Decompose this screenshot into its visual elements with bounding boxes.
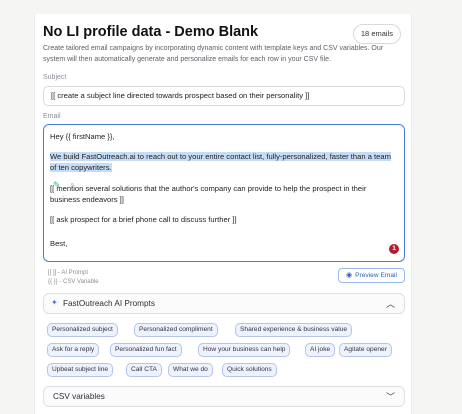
preview-email-button[interactable]: ◉ Preview Email [338,268,405,283]
chip-what-we-do[interactable]: What we do [168,363,213,377]
legend-ai-prompt: [[ ]] - AI Prompt [48,270,89,276]
highlighted-line-1: We build FastOutreach.ai to reach out to… [50,152,391,161]
email-signoff: Best, [50,239,68,248]
chip-personalized-compliment[interactable]: Personalized compliment [134,323,218,337]
header: No LI profile data - Demo Blank 18 email… [43,24,403,44]
error-count-badge[interactable]: 1 [389,244,399,254]
chip-ask-for-reply[interactable]: Ask for a reply [47,343,100,357]
email-greeting: Hey {{ firstName }}, [50,132,115,141]
chip-upbeat-subject-line[interactable]: Upbeat subject line [47,363,114,377]
ai-prompts-title: FastOutreach AI Prompts [63,299,155,308]
subject-label: Subject [43,74,67,81]
subject-input[interactable]: [[ create a subject line directed toward… [43,86,405,106]
chip-personalized-fun-fact[interactable]: Personalized fun fact [110,343,182,357]
chevron-down-icon[interactable]: ﹀ [386,390,395,403]
preview-email-label: Preview Email [355,272,397,279]
chip-personalized-subject[interactable]: Personalized subject [47,323,118,337]
chip-how-business-can-help[interactable]: How your business can help [198,343,291,357]
chip-agitate-opener[interactable]: Agitate opener [339,343,392,357]
email-label: Email [43,113,61,120]
chip-shared-experience[interactable]: Shared experience & business value [235,323,353,337]
emails-count-badge: 18 emails [352,24,401,44]
email-body-editor[interactable]: Hey {{ firstName }}, We build FastOutrea… [43,124,405,262]
chip-ai-joke[interactable]: AI joke [305,343,336,357]
prompt-line-1: [[ mention several solutions that the au… [50,184,367,193]
chip-quick-solutions[interactable]: Quick solutions [222,363,277,377]
description-text: Create tailored email campaigns by incor… [43,45,384,63]
prompt-line-2: business endeavors ]] [50,194,124,204]
highlighted-line-2: of ten copywriters. [50,162,112,172]
eye-icon: ◉ [346,272,353,279]
campaign-editor-panel: No LI profile data - Demo Blank 18 email… [34,14,412,414]
ai-prompts-accordion-header[interactable]: ✦ FastOutreach AI Prompts ︿ [43,293,405,314]
chevron-up-icon[interactable]: ︿ [386,297,395,310]
csv-variables-accordion-header[interactable]: CSV variables ﹀ [43,386,405,407]
email-prompt-call: [[ ask prospect for a brief phone call t… [50,215,237,224]
email-prompt-solutions: [[ mention several solutions that the au… [50,184,400,205]
email-highlighted-text[interactable]: We build FastOutreach.ai to reach out to… [50,152,400,173]
csv-variables-title: CSV variables [53,392,105,401]
page-title: No LI profile data - Demo Blank [43,24,259,40]
sparkle-icon: ✦ [51,298,58,307]
chip-call-cta[interactable]: Call CTA [126,363,162,377]
legend-csv-variable: {{ }} - CSV Variable [48,279,99,285]
